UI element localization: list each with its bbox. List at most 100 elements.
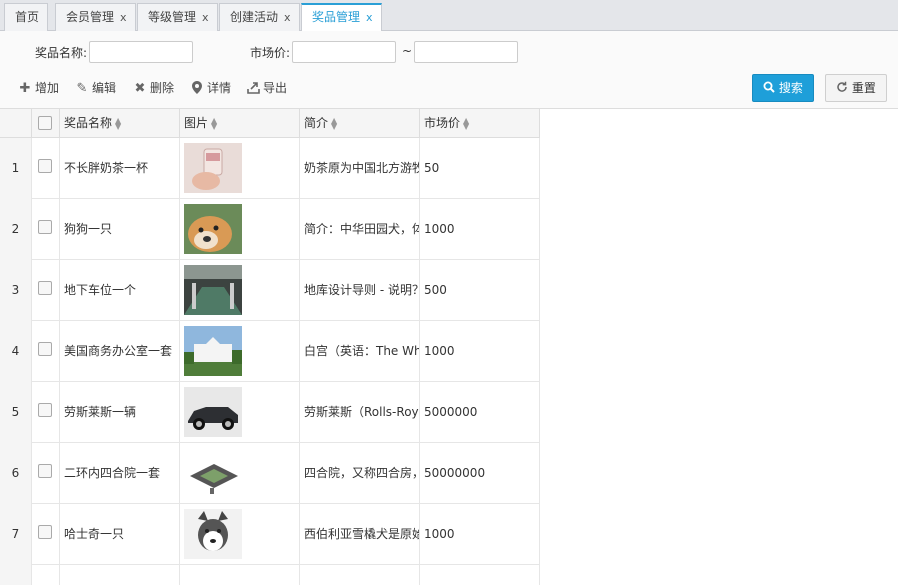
courtyard-house-photo bbox=[184, 448, 242, 498]
tab-home[interactable]: 首页 bbox=[4, 3, 49, 31]
close-icon[interactable]: x bbox=[284, 11, 291, 24]
detail-label: 详情 bbox=[207, 81, 232, 95]
table-row[interactable]: 1 不长胖奶茶一杯 奶茶原为中国北方游牧 50 bbox=[0, 138, 540, 199]
search-button-label: 搜索 bbox=[778, 81, 803, 95]
tab-create-activity[interactable]: 创建活动 x bbox=[219, 3, 300, 31]
cell-name: 地下车位一个 bbox=[60, 260, 180, 321]
sort-icon: ▲ ▼ bbox=[331, 115, 338, 131]
table-header: 奖品名称 ▲ ▼ 图片 ▲ ▼ 简介 ▲ ▼ 市场价 ▲ ▼ bbox=[0, 109, 540, 138]
search-button[interactable]: 搜索 bbox=[752, 74, 814, 102]
column-header-desc[interactable]: 简介 ▲ ▼ bbox=[300, 109, 420, 138]
edit-label: 编辑 bbox=[92, 81, 117, 95]
table-row[interactable]: 3 地下车位一个 地库设计导则 - 说明？ 500 bbox=[0, 260, 540, 321]
cell-price: 50000000 bbox=[420, 443, 540, 504]
range-separator: ~ bbox=[402, 44, 413, 58]
reset-button[interactable]: 重置 bbox=[825, 74, 887, 102]
price-min-input[interactable] bbox=[292, 41, 396, 63]
row-checkbox[interactable] bbox=[38, 281, 52, 295]
tab-level-management[interactable]: 等级管理 x bbox=[137, 3, 218, 31]
cell-name: 劳斯莱斯一辆 bbox=[60, 382, 180, 443]
delete-label: 删除 bbox=[150, 81, 175, 95]
table-row[interactable]: 7 哈士奇一只 西伯利亚雪橇犬是原始 1000 bbox=[0, 504, 540, 565]
row-number: 6 bbox=[0, 443, 32, 504]
row-checkbox-cell bbox=[32, 199, 60, 260]
prize-table: 奖品名称 ▲ ▼ 图片 ▲ ▼ 简介 ▲ ▼ 市场价 ▲ ▼ 1 不长胖奶茶一杯 奶茶原为中国北方游… bbox=[0, 108, 898, 585]
table-row[interactable]: 6 二环内四合院一套 四合院，又称四合房， 50000000 bbox=[0, 443, 540, 504]
cell-price: 50 bbox=[420, 138, 540, 199]
search-icon bbox=[763, 81, 779, 95]
add-button[interactable]: ✚ 增加 bbox=[18, 79, 59, 96]
table-row[interactable]: 4 美国商务办公室一套 白宫（英语：The Wh 1000 bbox=[0, 321, 540, 382]
row-checkbox-cell bbox=[32, 565, 60, 585]
table-row-partial bbox=[0, 565, 540, 585]
cell-image bbox=[180, 504, 300, 565]
cell-image bbox=[180, 565, 300, 585]
cell-price: 1000 bbox=[420, 321, 540, 382]
map-marker-icon bbox=[190, 81, 204, 96]
close-icon[interactable]: x bbox=[366, 11, 373, 24]
plus-icon: ✚ bbox=[19, 81, 31, 96]
sort-icon: ▲ ▼ bbox=[211, 115, 218, 131]
row-number-header bbox=[0, 109, 32, 138]
row-checkbox[interactable] bbox=[38, 220, 52, 234]
row-checkbox[interactable] bbox=[38, 464, 52, 478]
column-header-image[interactable]: 图片 ▲ ▼ bbox=[180, 109, 300, 138]
search-panel: 奖品名称: 市场价: ~ ✚ 增加 ✎ 编辑 ✖ 删除 详情 导出 搜索 重置 bbox=[0, 31, 898, 108]
cell-image bbox=[180, 382, 300, 443]
add-label: 增加 bbox=[35, 81, 60, 95]
row-number: 7 bbox=[0, 504, 32, 565]
cell-price: 1000 bbox=[420, 504, 540, 565]
cell-image bbox=[180, 260, 300, 321]
table-row[interactable]: 5 劳斯莱斯一辆 劳斯莱斯（Rolls-Roy 5000000 bbox=[0, 382, 540, 443]
husky-photo bbox=[184, 509, 242, 559]
sort-icon: ▲ ▼ bbox=[115, 115, 122, 131]
row-checkbox[interactable] bbox=[38, 403, 52, 417]
close-icon[interactable]: x bbox=[120, 11, 127, 24]
cell-image bbox=[180, 138, 300, 199]
rolls-royce-photo bbox=[184, 387, 242, 437]
white-house-photo bbox=[184, 326, 242, 376]
column-label: 奖品名称 bbox=[64, 116, 113, 130]
tab-member-management[interactable]: 会员管理 x bbox=[55, 3, 136, 31]
cell-image bbox=[180, 443, 300, 504]
export-icon bbox=[246, 81, 260, 96]
price-max-input[interactable] bbox=[414, 41, 518, 63]
tab-label: 创建活动 bbox=[230, 10, 279, 24]
row-number: 1 bbox=[0, 138, 32, 199]
column-header-name[interactable]: 奖品名称 ▲ ▼ bbox=[60, 109, 180, 138]
cell-desc: 四合院，又称四合房， bbox=[300, 443, 420, 504]
shiba-dog-photo bbox=[184, 204, 242, 254]
column-header-price[interactable]: 市场价 ▲ ▼ bbox=[420, 109, 540, 138]
cell-name: 狗狗一只 bbox=[60, 199, 180, 260]
column-label: 市场价 bbox=[424, 116, 461, 130]
cell-name: 不长胖奶茶一杯 bbox=[60, 138, 180, 199]
detail-button[interactable]: 详情 bbox=[190, 79, 231, 96]
row-checkbox-cell bbox=[32, 260, 60, 321]
cell-name: 哈士奇一只 bbox=[60, 504, 180, 565]
cell-desc: 地库设计导则 - 说明？ bbox=[300, 260, 420, 321]
row-checkbox[interactable] bbox=[38, 525, 52, 539]
row-checkbox-cell bbox=[32, 443, 60, 504]
select-all-checkbox[interactable] bbox=[38, 116, 52, 130]
table-row[interactable]: 2 狗狗一只 简介：中华田园犬，体 1000 bbox=[0, 199, 540, 260]
tab-label: 奖品管理 bbox=[312, 10, 361, 24]
prize-name-label: 奖品名称: bbox=[35, 46, 88, 60]
close-icon[interactable]: x bbox=[202, 11, 209, 24]
reset-button-label: 重置 bbox=[851, 81, 876, 95]
row-checkbox[interactable] bbox=[38, 342, 52, 356]
tab-prize-management[interactable]: 奖品管理 x bbox=[301, 3, 382, 32]
row-checkbox[interactable] bbox=[38, 159, 52, 173]
prize-name-input[interactable] bbox=[89, 41, 193, 63]
cell-desc: 奶茶原为中国北方游牧 bbox=[300, 138, 420, 199]
sort-icon: ▲ ▼ bbox=[463, 115, 470, 131]
cell-price: 500 bbox=[420, 260, 540, 321]
cell-desc: 白宫（英语：The Wh bbox=[300, 321, 420, 382]
delete-button[interactable]: ✖ 删除 bbox=[133, 79, 174, 96]
export-label: 导出 bbox=[263, 81, 288, 95]
edit-button[interactable]: ✎ 编辑 bbox=[75, 79, 116, 96]
cell-desc: 西伯利亚雪橇犬是原始 bbox=[300, 504, 420, 565]
pencil-icon: ✎ bbox=[76, 81, 88, 96]
export-button[interactable]: 导出 bbox=[246, 79, 287, 96]
cell-price: 1000 bbox=[420, 199, 540, 260]
select-all-header bbox=[32, 109, 60, 138]
